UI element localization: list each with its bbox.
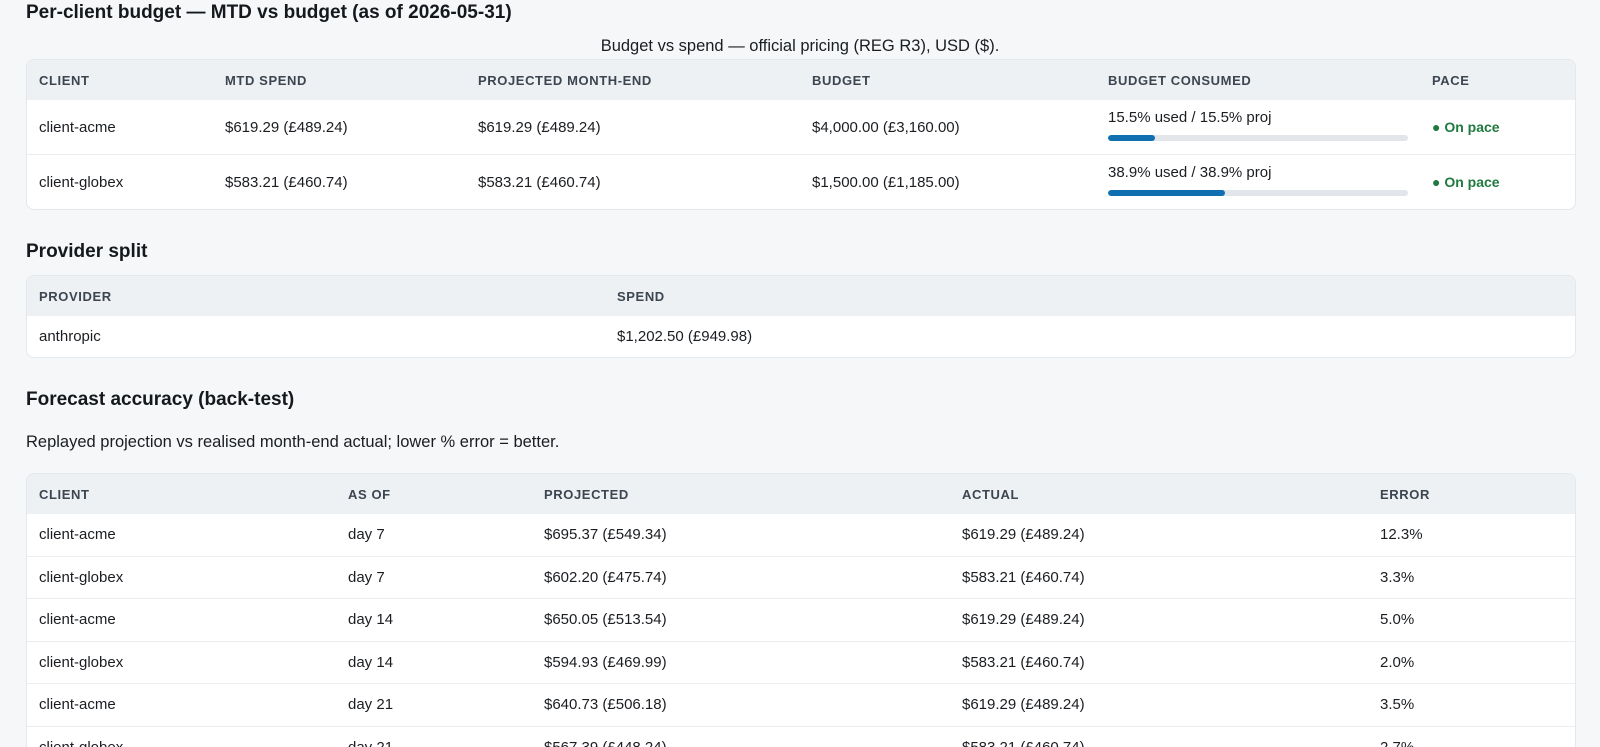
provider-table: PROVIDER SPEND anthropic $1,202.50 (£949… [27, 276, 1575, 357]
cell-error: 3.5% [1368, 683, 1575, 726]
budget-table-card: CLIENT MTD SPEND PROJECTED MONTH-END BUD… [26, 59, 1576, 210]
cell-client: client-globex [27, 725, 336, 747]
column-header-mtd-spend[interactable]: MTD SPEND [213, 60, 466, 100]
cell-projected: $619.29 (£489.24) [478, 118, 601, 136]
cell-as-of: day 14 [336, 640, 532, 684]
cell-error: 2.0% [1368, 640, 1575, 684]
cell-projected: $650.05 (£513.54) [532, 598, 950, 641]
cell-budget-consumed: 38.9% used / 38.9% proj [1096, 154, 1420, 209]
table-row: client-globex day 14 $594.93 (£469.99) $… [27, 640, 1575, 684]
column-header-projected-month-end[interactable]: PROJECTED MONTH-END [466, 60, 800, 100]
cell-client: client-acme [27, 683, 336, 726]
cell-provider: anthropic [39, 328, 101, 345]
cell-error: 5.0% [1368, 598, 1575, 641]
report-page: Per-client budget — MTD vs budget (as of… [0, 0, 1600, 747]
forecast-table-card: CLIENT AS OF PROJECTED ACTUAL ERROR clie… [26, 473, 1576, 747]
cell-client: client-globex [27, 555, 336, 599]
column-header-client[interactable]: CLIENT [27, 474, 336, 514]
cell-projected: $594.93 (£469.99) [532, 640, 950, 684]
cell-as-of: day 21 [336, 683, 532, 726]
budget-table: CLIENT MTD SPEND PROJECTED MONTH-END BUD… [27, 60, 1575, 209]
cell-projected: $567.39 (£448.24) [532, 725, 950, 747]
column-header-spend[interactable]: SPEND [605, 276, 1575, 316]
table-row: client-globex $583.21 (£460.74) $583.21 … [27, 154, 1575, 209]
cell-actual: $583.21 (£460.74) [950, 640, 1368, 684]
cell-client: client-globex [27, 154, 213, 209]
cell-budget: $4,000.00 (£3,160.00) [812, 118, 960, 136]
forecast-section-title: Forecast accuracy (back-test) [26, 389, 295, 410]
column-header-actual[interactable]: ACTUAL [950, 474, 1368, 514]
cell-actual: $583.21 (£460.74) [950, 555, 1368, 599]
table-row: anthropic $1,202.50 (£949.98) [27, 316, 1575, 357]
cell-client: client-acme [27, 598, 336, 641]
cell-spend: $1,202.50 (£949.98) [617, 328, 753, 345]
cell-client: client-acme [39, 526, 116, 544]
column-header-pace[interactable]: PACE [1420, 60, 1575, 100]
cell-as-of: day 7 [348, 526, 385, 544]
budget-consumed-bar-fill [1108, 190, 1225, 196]
table-row: client-acme day 21 $640.73 (£506.18) $61… [27, 683, 1575, 726]
cell-budget-consumed: 15.5% used / 15.5% proj [1096, 100, 1420, 155]
cell-error: 3.3% [1368, 555, 1575, 599]
table-row: client-acme day 7 $695.37 (£549.34) $619… [27, 514, 1575, 556]
provider-table-card: PROVIDER SPEND anthropic $1,202.50 (£949… [26, 275, 1576, 358]
forecast-caption: Replayed projection vs realised month-en… [26, 433, 560, 451]
cell-actual: $583.21 (£460.74) [950, 725, 1368, 747]
cell-projected: $695.37 (£549.34) [544, 526, 667, 544]
table-row: client-acme day 14 $650.05 (£513.54) $61… [27, 598, 1575, 641]
cell-actual: $619.29 (£489.24) [962, 526, 1085, 544]
cell-as-of: day 7 [336, 555, 532, 599]
budget-consumed-label: 15.5% used / 15.5% proj [1108, 109, 1272, 126]
budget-table-caption: Budget vs spend — official pricing (REG … [600, 37, 1000, 55]
forecast-table: CLIENT AS OF PROJECTED ACTUAL ERROR clie… [27, 474, 1575, 747]
table-row: client-globex day 21 $567.39 (£448.24) $… [27, 725, 1575, 747]
cell-actual: $619.29 (£489.24) [950, 598, 1368, 641]
column-header-client[interactable]: CLIENT [27, 60, 213, 100]
cell-mtd-spend: $583.21 (£460.74) [213, 154, 466, 209]
cell-client: client-globex [27, 640, 336, 684]
provider-section-title: Provider split [26, 241, 148, 262]
budget-section-title: Per-client budget — MTD vs budget (as of… [26, 2, 512, 23]
cell-projected: $583.21 (£460.74) [466, 154, 800, 209]
column-header-budget-consumed[interactable]: BUDGET CONSUMED [1096, 60, 1420, 100]
table-row: client-acme $619.29 (£489.24) $619.29 (£… [27, 100, 1575, 155]
cell-error: 12.3% [1380, 526, 1423, 544]
cell-client: client-acme [39, 118, 116, 136]
budget-consumed-label: 38.9% used / 38.9% proj [1108, 164, 1272, 181]
cell-budget: $1,500.00 (£1,185.00) [800, 154, 1096, 209]
budget-table-header: CLIENT MTD SPEND PROJECTED MONTH-END BUD… [27, 60, 1575, 100]
provider-table-header: PROVIDER SPEND [27, 276, 1575, 316]
budget-consumed-bar-fill [1108, 135, 1155, 141]
table-row: client-globex day 7 $602.20 (£475.74) $5… [27, 555, 1575, 599]
forecast-table-header: CLIENT AS OF PROJECTED ACTUAL ERROR [27, 474, 1575, 514]
pace-status-badge: ● On pace [1420, 154, 1575, 209]
cell-projected: $640.73 (£506.18) [532, 683, 950, 726]
column-header-budget[interactable]: BUDGET [800, 60, 1096, 100]
column-header-projected[interactable]: PROJECTED [532, 474, 950, 514]
budget-consumed-bar [1108, 135, 1408, 141]
cell-error: 2.7% [1368, 725, 1575, 747]
column-header-error[interactable]: ERROR [1368, 474, 1575, 514]
cell-as-of: day 14 [336, 598, 532, 641]
cell-projected: $602.20 (£475.74) [532, 555, 950, 599]
column-header-provider[interactable]: PROVIDER [27, 276, 605, 316]
pace-status-badge: ● On pace [1432, 119, 1500, 135]
column-header-as-of[interactable]: AS OF [336, 474, 532, 514]
cell-actual: $619.29 (£489.24) [950, 683, 1368, 726]
cell-mtd-spend: $619.29 (£489.24) [225, 118, 348, 136]
budget-consumed-bar [1108, 190, 1408, 196]
cell-as-of: day 21 [336, 725, 532, 747]
